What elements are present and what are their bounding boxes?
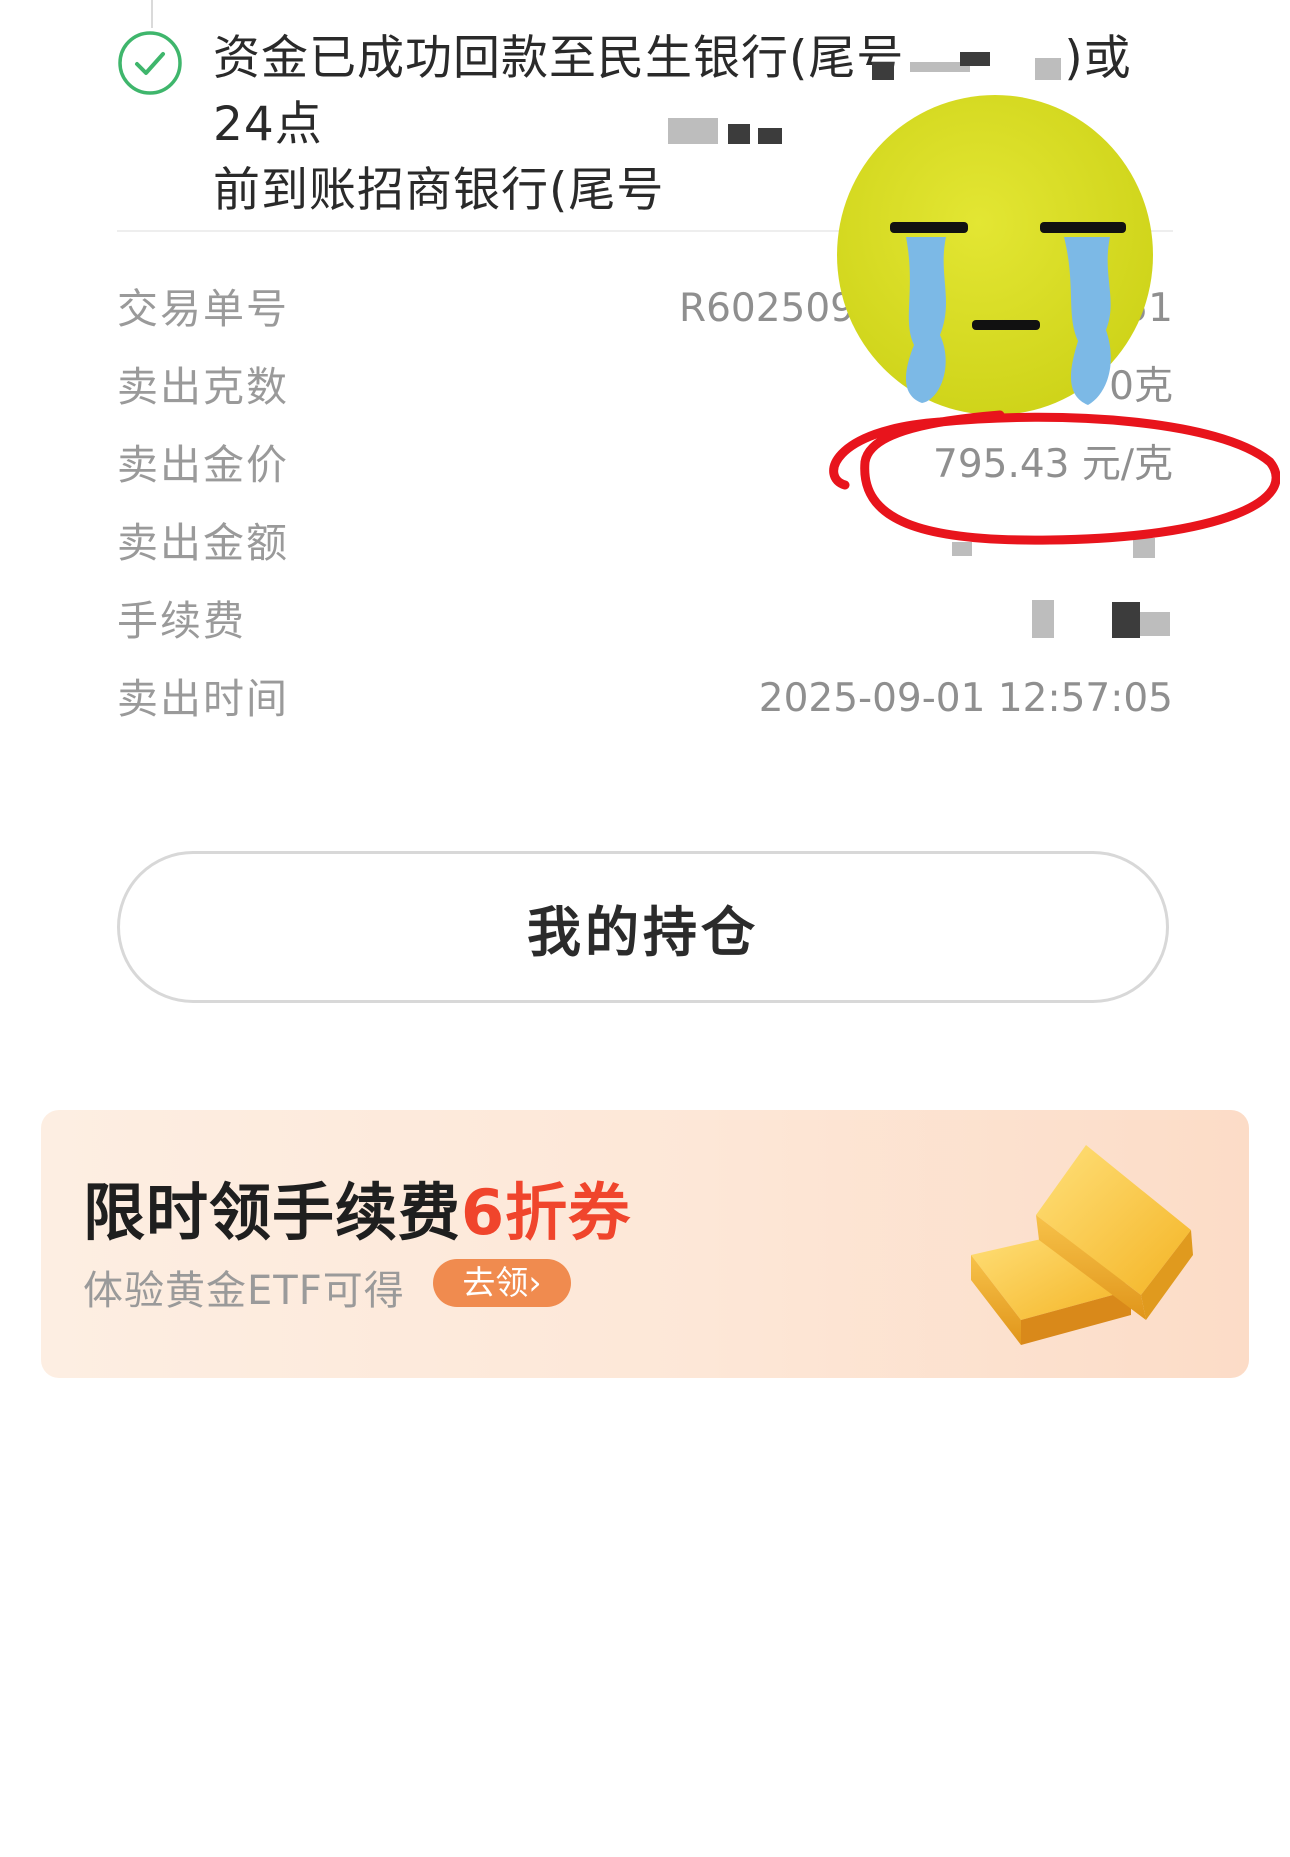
red-circle-annotation — [829, 410, 1280, 545]
detail-row-fee: 手续费 — [117, 582, 1173, 660]
redaction-mark — [1112, 602, 1140, 638]
promo-banner[interactable]: 限时领手续费6折券 体验黄金ETF可得 去领› — [41, 1110, 1249, 1378]
fee-label: 手续费 — [117, 597, 246, 645]
promo-highlight: 6折券 — [461, 1176, 632, 1249]
promo-title: 限时领手续费6折券 — [83, 1176, 632, 1249]
time-value: 2025-09-01 12:57:05 — [758, 676, 1173, 721]
check-circle-icon — [118, 31, 182, 95]
amount-label: 卖出金额 — [117, 519, 289, 567]
redaction-mark — [1140, 612, 1170, 636]
my-holdings-button[interactable]: 我的持仓 — [117, 851, 1169, 1003]
detail-row-time: 卖出时间 2025-09-01 12:57:05 — [117, 660, 1173, 738]
order-id-label: 交易单号 — [117, 285, 289, 333]
crying-face-icon — [837, 95, 1153, 415]
redaction-mark — [1032, 600, 1054, 638]
chevron-right-icon: › — [528, 1263, 542, 1302]
gold-bars-icon — [971, 1145, 1193, 1345]
claim-button[interactable]: 去领› — [433, 1259, 571, 1307]
redaction-mark — [668, 118, 718, 144]
redaction-mark — [758, 128, 782, 144]
redaction-mark — [1035, 58, 1061, 80]
grams-label: 卖出克数 — [117, 363, 289, 411]
redaction-mark — [872, 62, 894, 80]
redaction-mark — [960, 52, 990, 66]
time-label: 卖出时间 — [117, 675, 289, 723]
redaction-mark — [728, 124, 750, 144]
price-label: 卖出金价 — [117, 441, 289, 489]
promo-subtitle: 体验黄金ETF可得 — [83, 1268, 405, 1314]
timeline-line — [151, 0, 153, 28]
